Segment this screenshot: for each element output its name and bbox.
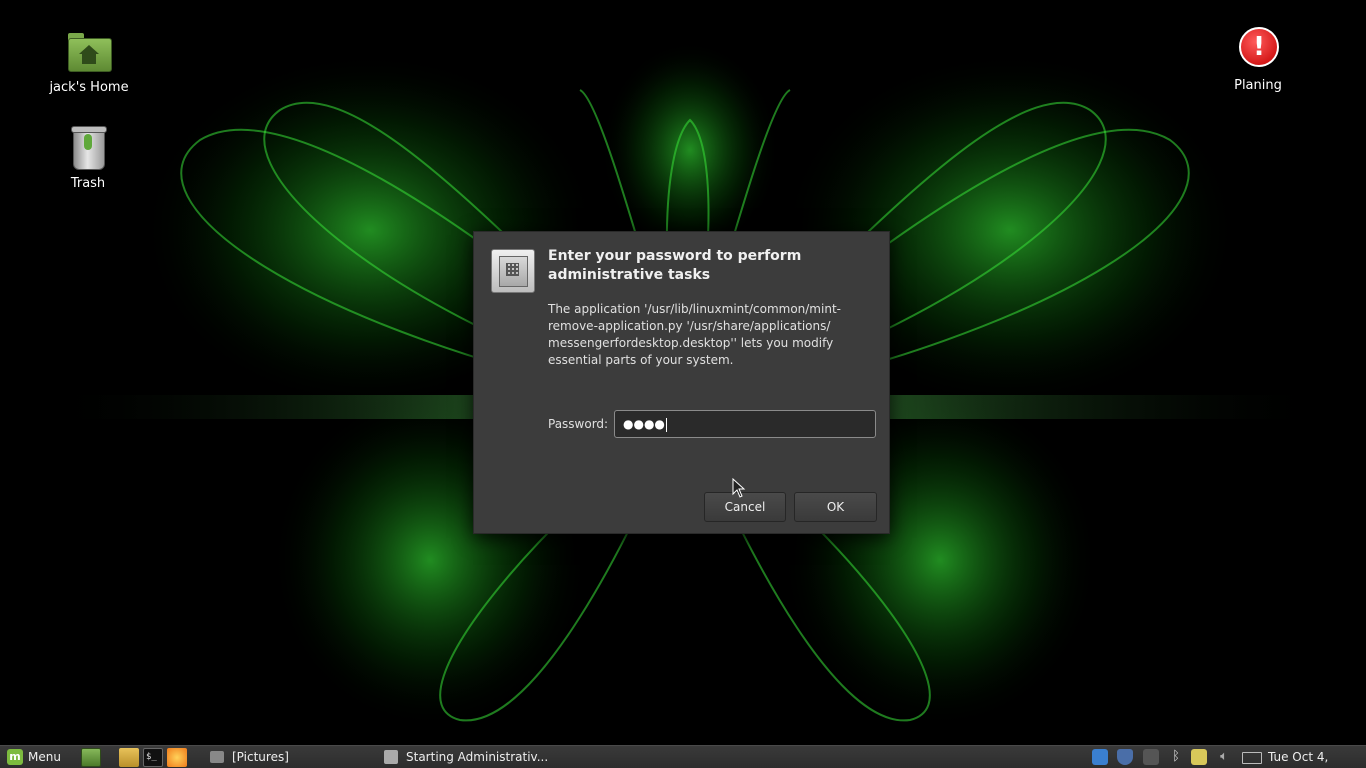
taskbar-window-admin[interactable]: Starting Administrativ... [382,746,548,768]
trash-icon [64,124,112,172]
task-label: [Pictures] [232,750,289,764]
volume-icon[interactable]: 🔈︎ [1216,749,1232,765]
shield-icon[interactable] [1117,749,1133,765]
bluetooth-icon[interactable]: ᛒ [1168,749,1184,765]
gear-window-icon [384,750,398,764]
ok-button[interactable]: OK [794,492,877,522]
password-input[interactable]: ●●●● [614,410,876,438]
folder-window-icon [210,751,224,763]
taskbar-window-pictures[interactable]: [Pictures] [208,746,289,768]
desktop-icon-label: jack's Home [49,80,129,95]
clock[interactable]: Tue Oct 4, 02:09 [1268,746,1366,768]
mouse-pointer-icon [732,478,746,498]
home-folder-icon [65,28,113,76]
shutter-icon[interactable] [1092,749,1108,765]
safe-lock-icon [491,249,535,293]
desktop-icon-label: Trash [70,176,106,191]
dialog-title: Enter your password to perform administr… [548,248,802,283]
warning-icon: ! [1234,26,1282,74]
display-icon[interactable] [1191,749,1207,765]
dialog-message: The application '/usr/lib/linuxmint/comm… [548,302,841,367]
text-caret [665,417,667,432]
mint-logo-icon: m [7,749,23,765]
files-icon[interactable] [119,748,139,767]
network-icon[interactable] [1143,749,1159,765]
firefox-icon[interactable] [167,748,187,767]
desktop-icon-planing[interactable]: ! Planing [1203,26,1313,93]
battery-icon[interactable] [1242,752,1262,764]
password-value: ●●●● [623,417,665,431]
terminal-icon[interactable]: $_ [143,748,163,767]
desktop-icon-label: Planing [1234,78,1282,93]
desktop-icon-trash[interactable]: Trash [33,124,143,191]
show-desktop-icon[interactable] [81,748,101,767]
password-label: Password: [548,417,609,431]
desktop-icon-home[interactable]: jack's Home [34,28,144,95]
menu-button[interactable]: m Menu [4,746,61,768]
taskbar: m Menu $_ [Pictures] Starting Administra… [0,745,1366,768]
authentication-dialog: Enter your password to perform administr… [473,231,890,534]
menu-label: Menu [28,750,61,764]
task-label: Starting Administrativ... [406,750,549,764]
